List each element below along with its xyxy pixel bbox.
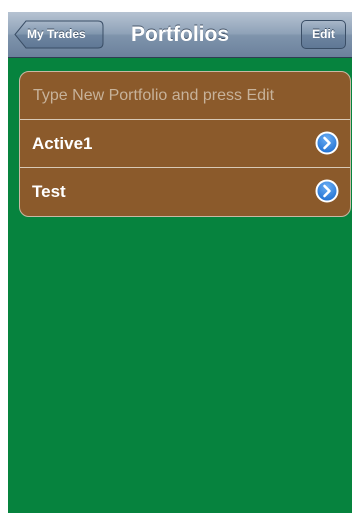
portfolio-name: Active1 <box>32 134 93 153</box>
new-portfolio-input[interactable] <box>20 72 350 119</box>
detail-disclosure-icon[interactable] <box>315 179 339 203</box>
app-screen: My Trades Portfolios Edit Active1 <box>8 12 352 513</box>
navigation-bar: My Trades Portfolios Edit <box>8 12 352 58</box>
portfolio-list: Active1 Test <box>19 71 351 217</box>
list-item-test[interactable]: Test <box>20 168 350 216</box>
list-item-active1[interactable]: Active1 <box>20 120 350 168</box>
portfolio-name: Test <box>32 182 66 201</box>
edit-button[interactable]: Edit <box>301 20 346 49</box>
detail-disclosure-icon[interactable] <box>315 131 339 155</box>
new-portfolio-cell <box>20 72 350 120</box>
